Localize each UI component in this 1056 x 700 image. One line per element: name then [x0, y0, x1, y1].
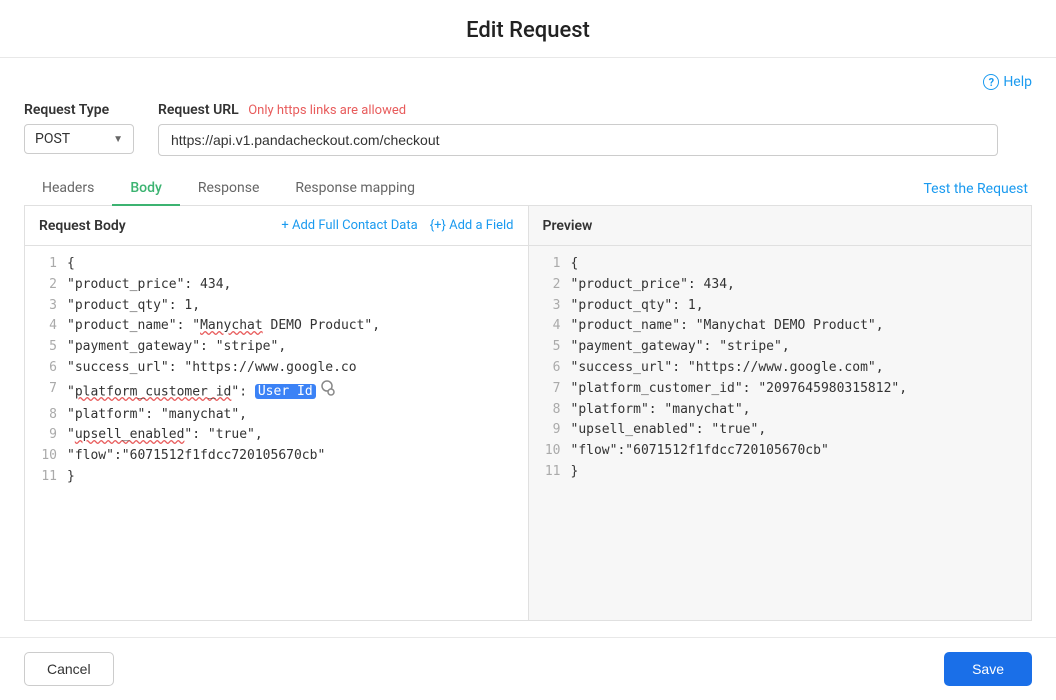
editor-line-5: 5 "payment_gateway": "stripe", — [25, 337, 528, 358]
request-type-value: POST — [35, 131, 70, 147]
request-type-label: Request Type — [24, 102, 134, 118]
request-url-label: Request URL Only https links are allowed — [158, 102, 1032, 118]
editor-code-area: 1 { 2 "product_price": 434, 3 "product_q… — [25, 246, 528, 620]
tab-headers[interactable]: Headers — [24, 172, 112, 206]
add-field-link[interactable]: {+} Add a Field — [430, 218, 514, 233]
preview-pane-title: Preview — [543, 218, 593, 234]
test-request-link[interactable]: Test the Request — [919, 173, 1032, 205]
tab-response[interactable]: Response — [180, 172, 278, 206]
editor-line-6: 6 "success_url": "https://www.google.co — [25, 358, 528, 379]
underline-platform-customer: platform_customer_id — [75, 384, 232, 399]
user-id-field[interactable]: User Id — [255, 384, 316, 399]
cancel-button[interactable]: Cancel — [24, 652, 114, 686]
editor-pane-actions: + Add Full Contact Data {+} Add a Field — [281, 218, 513, 233]
preview-line-8: 8 "platform": "manychat", — [529, 400, 1032, 421]
editor-line-7: 7 "platform_customer_id": User Id — [25, 379, 528, 405]
editor-pane-title: Request Body — [39, 218, 126, 234]
preview-pane-header: Preview — [529, 206, 1032, 246]
tabs-left: Headers Body Response Response mapping — [24, 172, 433, 205]
preview-line-3: 3 "product_qty": 1, — [529, 296, 1032, 317]
editor-line-2: 2 "product_price": 434, — [25, 275, 528, 296]
underline-upsell: upsell_enabled — [75, 427, 185, 442]
tab-body[interactable]: Body — [112, 172, 180, 206]
preview-line-10: 10 "flow":"6071512f1fdcc720105670cb" — [529, 441, 1032, 462]
add-full-contact-link[interactable]: + Add Full Contact Data — [281, 218, 417, 233]
request-url-group: Request URL Only https links are allowed — [158, 102, 1032, 156]
cursor-icon — [318, 379, 336, 405]
editor-line-10: 10 "flow":"6071512f1fdcc720105670cb" — [25, 446, 528, 467]
help-label: Help — [1003, 74, 1032, 90]
preview-code-area: 1 { 2 "product_price": 434, 3 "product_q… — [529, 246, 1032, 620]
preview-line-1: 1 { — [529, 254, 1032, 275]
preview-line-9: 9 "upsell_enabled": "true", — [529, 420, 1032, 441]
preview-line-5: 5 "payment_gateway": "stripe", — [529, 337, 1032, 358]
request-url-input[interactable] — [158, 124, 998, 156]
page-title: Edit Request — [0, 18, 1056, 43]
page-wrapper: Edit Request ? Help Request Type POST ▼ … — [0, 0, 1056, 700]
help-icon: ? — [983, 74, 999, 90]
editor-line-4: 4 "product_name": "Manychat DEMO Product… — [25, 316, 528, 337]
help-row: ? Help — [24, 74, 1032, 90]
tabs-row: Headers Body Response Response mapping T… — [24, 172, 1032, 206]
editor-line-8: 8 "platform": "manychat", — [25, 405, 528, 426]
editor-pane-header: Request Body + Add Full Contact Data {+}… — [25, 206, 528, 246]
preview-line-6: 6 "success_url": "https://www.google.com… — [529, 358, 1032, 379]
footer: Cancel Save — [0, 637, 1056, 700]
editor-pane: Request Body + Add Full Contact Data {+}… — [25, 206, 529, 620]
request-type-group: Request Type POST ▼ — [24, 102, 134, 154]
preview-line-7: 7 "platform_customer_id": "2097645980315… — [529, 379, 1032, 400]
request-meta: Request Type POST ▼ Request URL Only htt… — [24, 102, 1032, 156]
main-content: ? Help Request Type POST ▼ Request URL O… — [0, 58, 1056, 637]
editor-line-11: 11 } — [25, 467, 528, 488]
tab-response-mapping[interactable]: Response mapping — [277, 172, 433, 206]
editor-line-9: 9 "upsell_enabled": "true", — [25, 425, 528, 446]
editor-line-1: 1 { — [25, 254, 528, 275]
request-type-select[interactable]: POST ▼ — [24, 124, 134, 154]
chevron-down-icon: ▼ — [113, 134, 123, 145]
preview-line-4: 4 "product_name": "Manychat DEMO Product… — [529, 316, 1032, 337]
editor-area: Request Body + Add Full Contact Data {+}… — [24, 206, 1032, 621]
underline-manychat: Manychat — [200, 318, 263, 333]
preview-line-2: 2 "product_price": 434, — [529, 275, 1032, 296]
request-url-note: Only https links are allowed — [248, 103, 406, 118]
page-header: Edit Request — [0, 0, 1056, 58]
editor-line-3: 3 "product_qty": 1, — [25, 296, 528, 317]
preview-line-11: 11 } — [529, 462, 1032, 483]
preview-pane: Preview 1 { 2 "product_price": 434, 3 "p… — [529, 206, 1032, 620]
save-button[interactable]: Save — [944, 652, 1032, 686]
help-link[interactable]: ? Help — [983, 74, 1032, 90]
